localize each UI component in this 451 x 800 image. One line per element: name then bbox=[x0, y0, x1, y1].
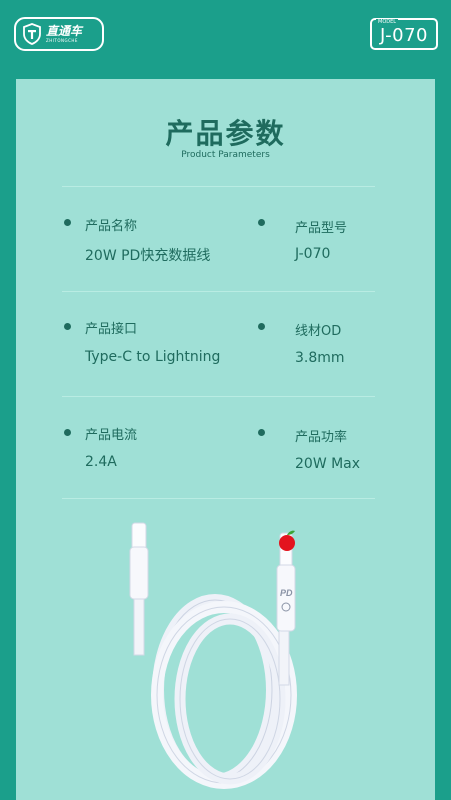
spec-label-model: 产品型号 bbox=[295, 221, 348, 236]
spec-label-od: 线材OD bbox=[295, 324, 342, 339]
spec-value-interface: Type-C to Lightning bbox=[85, 349, 221, 365]
bullet-icon bbox=[64, 429, 71, 436]
brand-logo[interactable]: 直通车 ZHITONGCHE bbox=[14, 17, 104, 51]
divider bbox=[62, 186, 375, 187]
brand-text: 直通车 ZHITONGCHE bbox=[46, 25, 82, 43]
divider bbox=[62, 291, 375, 292]
spec-label-current: 产品电流 bbox=[85, 428, 138, 443]
lightning-connector bbox=[276, 564, 296, 632]
bullet-icon bbox=[258, 323, 265, 330]
spec-label-power: 产品功率 bbox=[295, 430, 348, 445]
page-subtitle: Product Parameters bbox=[181, 150, 270, 160]
cable-lead bbox=[278, 624, 290, 686]
divider bbox=[62, 498, 375, 499]
model-value: J-070 bbox=[379, 25, 429, 46]
divider bbox=[62, 396, 375, 397]
apple-icon bbox=[279, 535, 295, 551]
header: 直通车 ZHITONGCHE MODEL J-070 bbox=[0, 0, 451, 70]
bullet-icon bbox=[64, 323, 71, 330]
usb-c-plug-tip bbox=[131, 522, 147, 550]
bullet-icon bbox=[64, 219, 71, 226]
pd-mark: PD bbox=[280, 588, 293, 598]
spec-value-model: J-070 bbox=[295, 246, 331, 262]
bullet-icon bbox=[258, 429, 265, 436]
spec-value-name: 20W PD快充数据线 bbox=[85, 248, 211, 264]
page-title: 产品参数 bbox=[165, 117, 286, 150]
spec-value-current: 2.4A bbox=[85, 454, 117, 470]
cable-product-image: PD bbox=[129, 522, 297, 789]
cable-loop bbox=[174, 613, 286, 785]
bullet-icon bbox=[258, 219, 265, 226]
spec-value-od: 3.8mm bbox=[295, 350, 345, 366]
spec-label-name: 产品名称 bbox=[85, 219, 138, 234]
spec-value-power: 20W Max bbox=[295, 456, 361, 472]
model-badge: MODEL J-070 bbox=[370, 18, 438, 50]
shield-icon bbox=[23, 23, 41, 45]
brand-name-en: ZHITONGCHE bbox=[46, 38, 78, 43]
spec-label-interface: 产品接口 bbox=[85, 322, 138, 337]
brand-name-cn: 直通车 bbox=[46, 24, 83, 38]
usb-c-connector bbox=[129, 546, 149, 600]
